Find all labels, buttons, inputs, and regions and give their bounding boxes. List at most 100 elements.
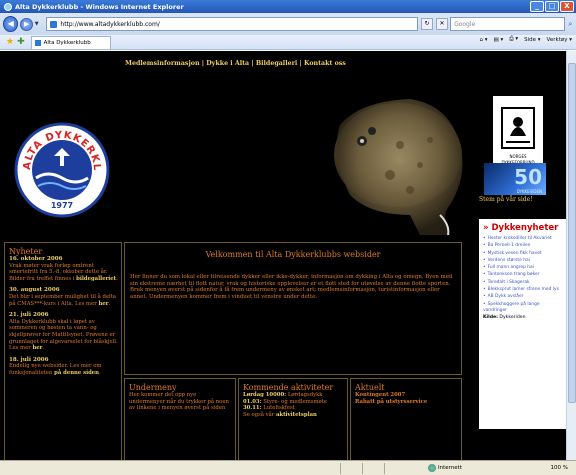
refresh-icon[interactable]: ↻ xyxy=(421,18,434,30)
activity-plan-link[interactable]: aktivitetsplan xyxy=(276,412,317,418)
news-list: • Hester krokodiller til Akvariet • Ba Per… xyxy=(483,236,563,320)
submenu-heading: Undermeny xyxy=(129,383,177,392)
post-link[interactable]: her xyxy=(32,345,42,351)
anniversary-banner[interactable]: 50 DYKKESIDEN xyxy=(484,163,546,195)
zone-label: Internett xyxy=(438,465,462,471)
news-link-text: Ba Pernell-1 dreilen xyxy=(487,243,531,249)
news-link[interactable]: • Hester krokodiller til Akvariet xyxy=(483,236,563,242)
nav-medlemsinformasjon[interactable]: Medlemsinformasjon xyxy=(125,60,200,67)
club-logo[interactable]: ALTA DYKKERKLUBB 1977 xyxy=(9,114,110,220)
tab-alta-dykkerklubb[interactable]: Alta Dykkerklubb xyxy=(30,35,111,49)
news-link[interactable]: • AB Dykk avslåer xyxy=(483,294,563,300)
bullet-icon: • xyxy=(483,265,486,271)
add-favorite-icon[interactable]: ✚ xyxy=(17,37,25,47)
flatfish-photo xyxy=(300,65,470,236)
globe-icon xyxy=(428,464,436,472)
news-column-heading: Nyheter xyxy=(9,247,43,256)
back-button[interactable]: ◀ xyxy=(3,16,19,32)
tab-bar: ★ ✚ Alta Dykkerklubb ⌂ ▾ ▤ ▾ ⎙ ▾ Side ▾ … xyxy=(0,35,576,50)
news-link[interactable]: • Blekksprut lamer sfrene med lys xyxy=(483,287,563,293)
news-link[interactable]: • Mystisk vesen fikk havet xyxy=(483,251,563,257)
news-column: Nyheter 16. oktober 2006 Vrak møter vrak… xyxy=(4,242,122,460)
news-link[interactable]: • Taredalt i Skagerak xyxy=(483,280,563,286)
post-link[interactable]: på denne siden xyxy=(54,370,99,376)
post-body: Alta Dykkerklubb skal i løpet av sommere… xyxy=(9,318,118,352)
vertical-scrollbar[interactable] xyxy=(566,51,576,460)
news-heading-text: Dykkenyheter xyxy=(491,223,559,233)
flatfish-graphic xyxy=(334,99,463,236)
dive-news-panel: » Dykkenyheter • Hester krokodiller til A… xyxy=(479,219,566,429)
news-link-text: Spekkhoggere på lange vandringer xyxy=(483,301,540,313)
home-button[interactable]: ⌂ ▾ xyxy=(479,37,487,43)
close-button[interactable]: X xyxy=(560,1,574,12)
news-link[interactable]: • Ba Pernell-1 dreilen xyxy=(483,243,563,249)
post-date: 18. juli 2006 xyxy=(9,356,49,363)
page-viewport: Medlemsinformasjon | Dykke i Alta | Bild… xyxy=(0,51,566,460)
news-link-text: Mystisk vesen fikk havet xyxy=(487,250,542,256)
news-link[interactable]: • Verdens største hai xyxy=(483,258,563,264)
welcome-box: Velkommen til Alta Dykkerklubbs websider… xyxy=(124,242,462,375)
current-item[interactable]: Kontingent 2007 xyxy=(355,392,458,399)
welcome-paragraph-1: Her finner du som lokal eller tilreisend… xyxy=(130,274,453,287)
bullet-icon: • xyxy=(483,301,486,307)
activity-line: Lørdag 10000: Lørdagsdykk xyxy=(243,392,344,399)
scrollbar-thumb[interactable] xyxy=(568,63,576,403)
minimize-button[interactable]: _ xyxy=(530,1,544,12)
news-link[interactable]: • Full mann angrep hai xyxy=(483,265,563,271)
bullet-icon: • xyxy=(483,236,486,241)
security-zone: Internett xyxy=(428,464,462,472)
maximize-button[interactable]: □ xyxy=(545,1,559,12)
news-link[interactable]: • Tantonksen trang bøker xyxy=(483,272,563,278)
search-input[interactable]: Google xyxy=(450,17,565,31)
activities-heading: Kommende aktiviteter xyxy=(243,383,334,392)
url-text: http://www.altadykkerklubb.com/ xyxy=(60,20,160,28)
tab-page-icon xyxy=(34,39,41,46)
bullet-icon: • xyxy=(483,294,486,300)
activity-plan-line: Se også vår aktivitetsplan xyxy=(243,412,344,419)
print-button[interactable]: ⎙ ▾ xyxy=(509,36,518,43)
search-icon[interactable]: ⌕ xyxy=(565,18,576,30)
status-segment xyxy=(362,462,382,474)
double-chevron-icon: » xyxy=(483,223,489,233)
post-link[interactable]: her xyxy=(98,301,108,307)
activity-text: Lørdagsdykk xyxy=(287,392,323,398)
current-item[interactable]: Rabatt på utstyrsservice xyxy=(355,399,458,406)
post-link[interactable]: bildegalleriet xyxy=(76,276,116,282)
news-heading: » Dykkenyheter xyxy=(483,223,558,233)
url-input[interactable]: http://www.altadykkerklubb.com/ xyxy=(46,17,419,31)
forward-button[interactable]: ▶ xyxy=(20,17,33,31)
vote-link[interactable]: Stem på vår side! xyxy=(479,196,533,203)
news-link-text: Tantonksen trang bøker xyxy=(487,272,540,278)
feeds-button[interactable]: ▤ ▾ xyxy=(494,37,504,43)
news-link[interactable]: • Spekkhoggere på lange vandringer xyxy=(483,302,563,315)
news-link-text: Blekksprut lamer sfrene med lys xyxy=(487,287,559,293)
current-heading: Aktuelt xyxy=(355,383,385,392)
search-placeholder: Google xyxy=(454,20,476,28)
news-source-link[interactable]: Dykkeriden xyxy=(499,315,525,320)
favorites-star-icon[interactable]: ★ xyxy=(6,37,14,47)
nav-bildegalleri[interactable]: Bildegalleri xyxy=(256,60,298,67)
tools-menu[interactable]: Verktøy ▾ xyxy=(547,37,572,43)
club-logo-graphic: ALTA DYKKERKLUBB 1977 xyxy=(9,114,110,218)
stop-icon[interactable]: ✕ xyxy=(436,18,449,30)
news-source-label: Kilde: xyxy=(483,315,498,321)
window-controls: _ □ X xyxy=(530,1,574,12)
welcome-text: Her finner du som lokal eller tilreisend… xyxy=(130,274,454,300)
bullet-icon: • xyxy=(483,243,486,249)
status-bar: Internett 100 % xyxy=(0,460,576,475)
bullet-icon: • xyxy=(483,287,486,293)
nav-dykke-i-alta[interactable]: Dykke i Alta xyxy=(206,60,249,67)
post-text: Alta Dykkerklubb skal i løpet av sommere… xyxy=(9,318,118,352)
welcome-paragraph-2: Bruk menyen øverst på sidenfor å få frem… xyxy=(130,287,440,300)
zoom-level[interactable]: 100 % xyxy=(551,465,568,471)
history-dropdown-icon[interactable]: ▼ xyxy=(35,21,43,27)
activity-date: 01.03: xyxy=(243,398,262,405)
news-link-text: Hester krokodiller til Akvariet xyxy=(487,236,552,241)
address-tools: ↻ ✕ xyxy=(421,18,449,30)
bullet-icon: • xyxy=(483,250,486,256)
post-body: Det blir i september mulighet til å delt… xyxy=(9,293,116,307)
ie-icon xyxy=(4,2,12,11)
bullet-icon: • xyxy=(483,272,486,278)
post-body: Vrak møter vrak forløp omtrent smertefri… xyxy=(9,262,118,282)
page-menu[interactable]: Side ▾ xyxy=(524,37,540,43)
